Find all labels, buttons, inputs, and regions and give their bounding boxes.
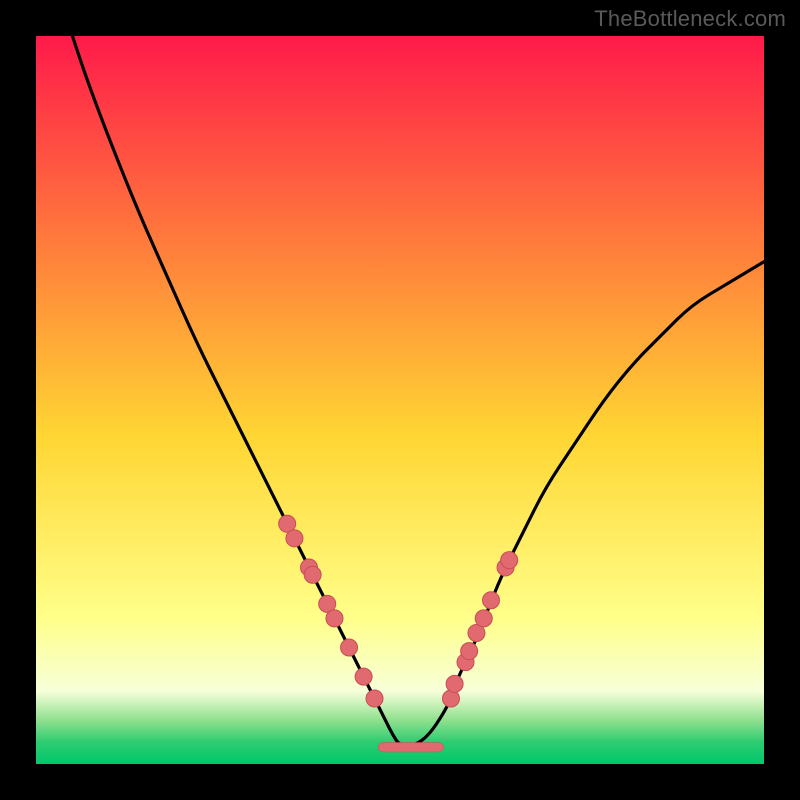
right-marker-6	[483, 592, 500, 609]
left-marker-6	[341, 639, 358, 656]
right-marker-8	[501, 552, 518, 569]
left-marker-8	[366, 690, 383, 707]
left-marker-3	[304, 566, 321, 583]
left-marker-7	[355, 668, 372, 685]
watermark-text: TheBottleneck.com	[594, 6, 786, 32]
chart-svg	[36, 36, 764, 764]
trough-bar	[378, 743, 444, 752]
plot-area	[36, 36, 764, 764]
right-marker-5	[475, 610, 492, 627]
left-marker-5	[326, 610, 343, 627]
right-marker-1	[446, 675, 463, 692]
gradient-background	[36, 36, 764, 764]
right-marker-3	[461, 643, 478, 660]
chart-frame: TheBottleneck.com	[0, 0, 800, 800]
left-marker-1	[286, 530, 303, 547]
